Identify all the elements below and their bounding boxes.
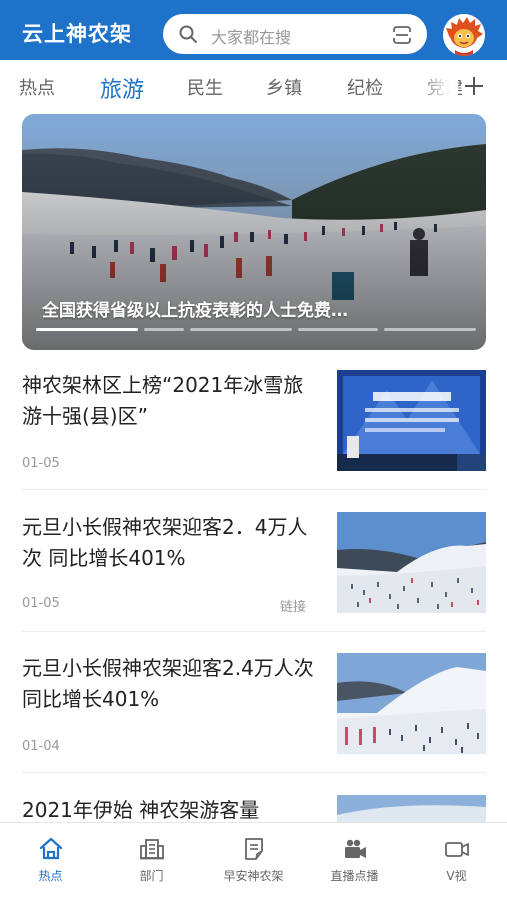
nav-video[interactable]: V视: [406, 823, 507, 900]
news-title: 元旦小长假神农架迎客2．4万人次 同比增长401%: [22, 515, 308, 570]
add-tab-icon[interactable]: [460, 72, 488, 100]
carousel-dot[interactable]: [190, 328, 292, 331]
banner-caption: 全国获得省级以上抗疫表彰的人士免费…: [42, 301, 348, 321]
carousel-dot[interactable]: [384, 328, 476, 331]
news-title: 神农架林区上榜“2021年冰雪旅游十强(县)区”: [22, 373, 304, 428]
carousel-dot[interactable]: [144, 328, 184, 331]
home-icon: [39, 837, 63, 860]
divider: [22, 631, 486, 632]
nav-label: V视: [446, 869, 467, 883]
nav-label: 部门: [139, 869, 164, 883]
camcorder-icon: [445, 842, 469, 857]
nav-label: 直播点播: [330, 869, 379, 883]
news-date: 01-05: [22, 456, 60, 471]
news-thumbnail: [337, 653, 486, 754]
tab-hot[interactable]: 热点: [19, 74, 55, 100]
divider: [22, 489, 486, 490]
nav-hot[interactable]: 热点: [0, 823, 101, 900]
carousel-dot[interactable]: [298, 328, 378, 331]
news-item[interactable]: 2021年伊始 神农架游客量: [0, 795, 507, 822]
video-camera-icon: [345, 839, 366, 858]
tabs-fade-overlay: [418, 60, 458, 112]
search-input[interactable]: 大家都在搜: [211, 24, 291, 48]
banner-carousel[interactable]: 全国获得省级以上抗疫表彰的人士免费…: [22, 114, 486, 350]
carousel-dot[interactable]: [36, 328, 138, 331]
nav-label: 早安神农架: [223, 869, 284, 883]
news-thumbnail: [337, 512, 486, 613]
notepad-icon: [245, 838, 263, 860]
avatar[interactable]: [443, 14, 485, 56]
divider: [22, 772, 486, 773]
carousel-indicators: [36, 328, 476, 332]
news-date: 01-05: [22, 596, 60, 611]
app-header: 云上神农架 大家都在搜: [0, 0, 507, 60]
nav-live[interactable]: 直播点播: [304, 823, 405, 900]
tab-towns[interactable]: 乡镇: [266, 74, 302, 100]
search-icon: [179, 25, 197, 43]
nav-departments[interactable]: 部门: [101, 823, 202, 900]
link-tag: 链接: [280, 600, 307, 615]
app-title: 云上神农架: [22, 22, 132, 46]
building-icon: [140, 839, 164, 860]
scan-icon[interactable]: [391, 24, 413, 46]
news-thumbnail: [337, 370, 486, 471]
nav-morning[interactable]: 早安神农架: [203, 823, 304, 900]
nav-label: 热点: [38, 869, 63, 883]
tab-livelihood[interactable]: 民生: [187, 74, 223, 100]
news-date: 01-04: [22, 739, 60, 754]
news-title: 2021年伊始 神农架游客量: [22, 798, 260, 822]
bottom-navigation: 热点 部门 早安神农架 直播点播 V视: [0, 822, 507, 900]
news-thumbnail: [337, 795, 486, 822]
tab-travel[interactable]: 旅游: [100, 72, 144, 104]
news-title: 元旦小长假神农架迎客2.4万人次 同比增长401%: [22, 656, 314, 711]
search-bar[interactable]: 大家都在搜: [163, 14, 427, 54]
tab-discipline[interactable]: 纪检: [347, 74, 383, 100]
